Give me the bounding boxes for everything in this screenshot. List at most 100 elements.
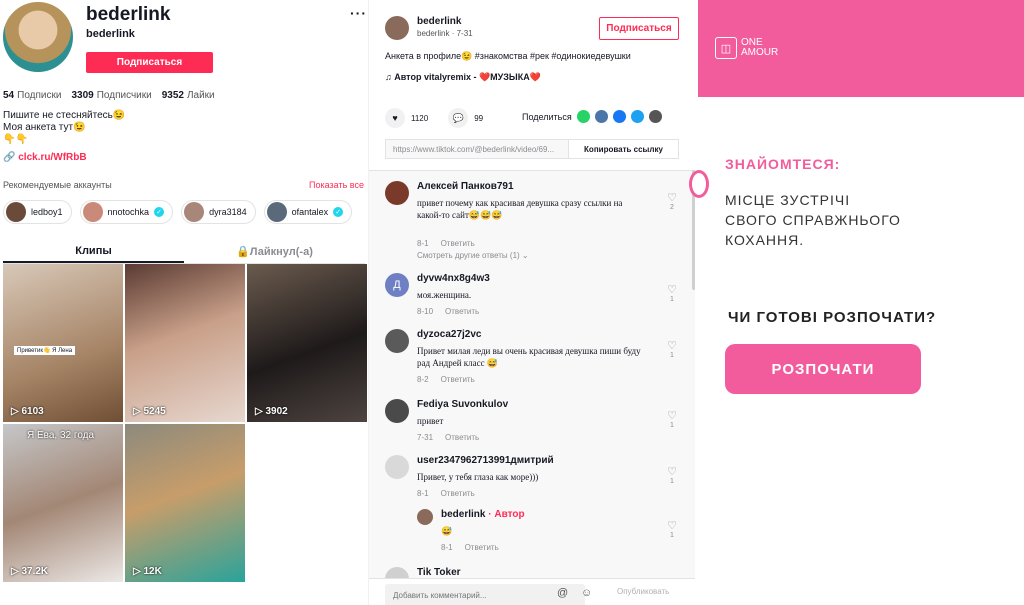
post-author-name[interactable]: bederlink: [417, 16, 461, 27]
profile-avatar[interactable]: [3, 2, 73, 72]
comment-like-icon[interactable]: ♡ 1: [665, 519, 679, 539]
comment-count: 99: [474, 113, 484, 123]
vk-icon[interactable]: [594, 110, 608, 123]
comment-text: 😅: [441, 526, 453, 536]
like-icon[interactable]: ♥: [385, 108, 405, 128]
avatar[interactable]: Д: [385, 273, 409, 297]
profile-username: bederlink: [86, 4, 171, 25]
ad-cta-button[interactable]: РОЗПОЧАТИ: [725, 344, 921, 394]
comment-like-icon[interactable]: ♡ 1: [665, 465, 679, 485]
ad-logo[interactable]: ◫ ONE AMOUR: [715, 37, 778, 59]
post-subscribe-button[interactable]: Подписаться: [599, 17, 679, 40]
comment-icon[interactable]: 💬: [448, 108, 469, 128]
reply-button[interactable]: Ответить: [465, 543, 499, 552]
profile-link[interactable]: 🔗 clck.ru/WfRbB: [3, 152, 87, 163]
post-author-avatar[interactable]: [385, 16, 409, 40]
stat-followers[interactable]: 3309 Подписчики: [71, 90, 151, 101]
stat-following[interactable]: 54 Подписки: [3, 90, 61, 101]
post-description: Анкета в профиле😉 #знакомства #рек #один…: [385, 51, 631, 61]
video-thumbnail[interactable]: ▷ 12K: [125, 424, 245, 582]
avatar[interactable]: [385, 399, 409, 423]
video-thumbnail[interactable]: ▷ 3902: [247, 264, 367, 422]
avatar[interactable]: [385, 329, 409, 353]
view-more-replies[interactable]: Смотреть другие ответы (1) ⌄: [417, 251, 529, 260]
comment-like-icon[interactable]: ♡ 1: [665, 339, 679, 359]
emoji-icon[interactable]: ☺: [581, 587, 592, 599]
avatar: [6, 202, 26, 222]
video-thumbnail[interactable]: ▷ 5245: [125, 264, 245, 422]
profile-nickname: bederlink: [86, 28, 135, 40]
recommended-account[interactable]: dyra3184: [181, 200, 256, 224]
reply-button[interactable]: Ответить: [441, 375, 475, 384]
comment-user[interactable]: Fediya Suvonkulov: [417, 399, 508, 410]
ad-kicker: ЗНАЙОМТЕСЯ:: [725, 156, 841, 172]
comment-user[interactable]: user2347962713991дмитрий: [417, 455, 554, 466]
profile-panel: bederlink bederlink ··· Подписаться 54 По…: [0, 0, 368, 605]
comment-text: Привет, у тебя глаза как море))): [417, 472, 539, 482]
comment-user[interactable]: dyvw4nx8g4w3: [417, 273, 490, 284]
comments-list: Алексей Панков791 привет почему как крас…: [369, 170, 696, 578]
subscribe-button[interactable]: Подписаться: [86, 52, 213, 73]
comment-text: Привет милая леди вы очень красивая деву…: [417, 346, 641, 368]
comment-user[interactable]: Алексей Панков791: [417, 181, 514, 192]
recommended-accounts: ledboy1 nnotochka ✓ dyra3184 ofantalex ✓: [3, 200, 353, 224]
reply-button[interactable]: Ответить: [441, 239, 475, 248]
video-views: ▷ 6103: [11, 406, 44, 417]
ad-question: ЧИ ГОТОВІ РОЗПОЧАТИ?: [728, 309, 937, 326]
heart-pin-icon: [689, 170, 709, 198]
avatar[interactable]: [385, 181, 409, 205]
video-thumbnail[interactable]: Я Ева, 32 года ▷ 37.2K: [3, 424, 123, 582]
video-views: ▷ 12K: [133, 566, 162, 577]
recommended-account[interactable]: nnotochka ✓: [79, 200, 174, 224]
post-actions: ♥ 1120 💬 99: [385, 108, 483, 128]
reply-button[interactable]: Ответить: [441, 489, 475, 498]
twitter-icon[interactable]: [630, 110, 644, 123]
video-views: ▷ 37.2K: [11, 566, 49, 577]
video-views: ▷ 3902: [255, 406, 288, 417]
show-all-link[interactable]: Показать все: [309, 180, 364, 190]
more-options-icon[interactable]: ···: [350, 5, 367, 21]
comment-user[interactable]: dyzoca27j2vc: [417, 329, 482, 340]
post-author-subline: bederlink · 7-31: [417, 29, 473, 38]
video-thumbnail[interactable]: Приветик👋 Я Лена ▷ 6103: [3, 264, 123, 422]
post-panel: bederlink bederlink · 7-31 Подписаться А…: [368, 0, 696, 605]
avatar: [266, 202, 287, 222]
profile-stats: 54 Подписки 3309 Подписчики 9352 Лайки: [3, 90, 215, 101]
verified-icon: ✓: [333, 207, 344, 217]
recommended-title: Рекомендуемые аккаунты: [3, 180, 112, 190]
comment-item: Д dyvw4nx8g4w3 моя.женщина. 8-10 Ответить…: [385, 273, 685, 323]
comment-user[interactable]: Tik Toker: [417, 567, 461, 578]
avatar[interactable]: [385, 455, 409, 479]
tab-clips[interactable]: Клипы: [3, 240, 184, 263]
stat-likes: 9352 Лайки: [161, 90, 215, 101]
screen: bederlink bederlink ··· Подписаться 54 По…: [0, 0, 1024, 605]
comment-like-icon[interactable]: ♡ 1: [665, 409, 679, 429]
avatar: [82, 202, 103, 222]
comment-meta: 7-31 Ответить: [417, 433, 480, 442]
share-url[interactable]: https://www.tiktok.com/@bederlink/video/…: [386, 140, 568, 158]
comment-like-icon[interactable]: ♡ 2: [665, 191, 679, 211]
tab-liked[interactable]: 🔒Лайкнул(-а): [184, 240, 365, 263]
recommended-account[interactable]: ofantalex ✓: [263, 200, 353, 224]
avatar[interactable]: [417, 509, 433, 525]
avatar[interactable]: [385, 567, 409, 578]
comment-meta: 8-10 Ответить: [417, 307, 480, 316]
recommended-account[interactable]: ledboy1: [3, 200, 72, 224]
post-comment-button[interactable]: Опубликовать: [617, 587, 669, 596]
comment-meta: 8-2 Ответить: [417, 375, 475, 384]
comment-item: user2347962713991дмитрий Привет, у тебя …: [385, 455, 685, 505]
profile-tabs: Клипы 🔒Лайкнул(-а): [3, 240, 365, 264]
video-caption: Приветик👋 Я Лена: [14, 346, 76, 355]
facebook-icon[interactable]: [612, 110, 626, 123]
comment-like-icon[interactable]: ♡ 1: [665, 283, 679, 303]
whatsapp-icon[interactable]: [576, 110, 590, 123]
add-comment-input[interactable]: [385, 584, 585, 605]
reply-button[interactable]: Ответить: [445, 433, 479, 442]
post-music[interactable]: ♫ Автор vitalyremix - ❤️МУЗЫКА❤️: [385, 72, 541, 83]
mention-icon[interactable]: @: [557, 587, 568, 599]
embed-icon[interactable]: [648, 110, 662, 123]
ad-panel[interactable]: ◫ ONE AMOUR ЗНАЙОМТЕСЯ: МІСЦЕ ЗУСТРІЧІ С…: [689, 0, 1024, 605]
comment-user[interactable]: bederlink · Автор: [441, 509, 525, 520]
reply-button[interactable]: Ответить: [445, 307, 479, 316]
copy-link-button[interactable]: Копировать ссылку: [568, 140, 678, 158]
